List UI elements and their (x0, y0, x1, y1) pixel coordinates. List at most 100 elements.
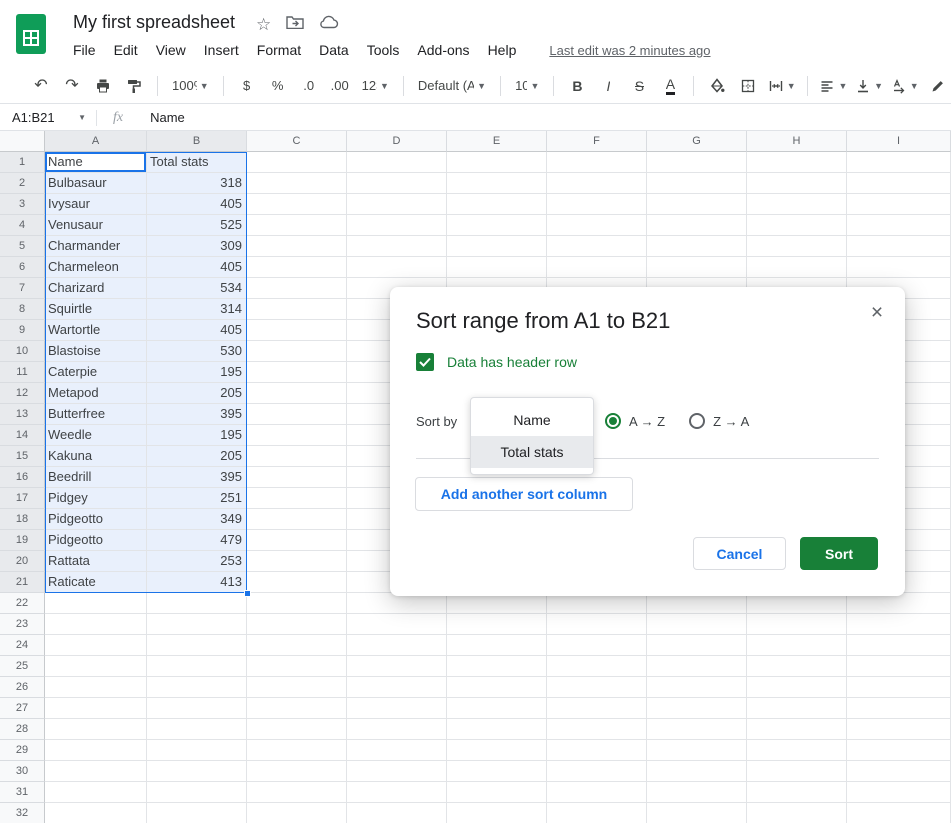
row-header-19[interactable]: 19 (0, 530, 45, 551)
borders-button[interactable] (735, 73, 761, 99)
cell-c30[interactable] (247, 761, 347, 782)
cell-c27[interactable] (247, 698, 347, 719)
cell-a8[interactable]: Squirtle (45, 299, 147, 320)
cell-g6[interactable] (647, 257, 747, 278)
cell-e5[interactable] (447, 236, 547, 257)
cell-a19[interactable]: Pidgeotto (45, 530, 147, 551)
row-header-22[interactable]: 22 (0, 593, 45, 614)
format-currency-button[interactable]: $ (234, 73, 260, 99)
cell-i31[interactable] (847, 782, 951, 803)
cell-a12[interactable]: Metapod (45, 383, 147, 404)
row-header-8[interactable]: 8 (0, 299, 45, 320)
cell-a25[interactable] (45, 656, 147, 677)
close-icon[interactable]: × (863, 299, 891, 327)
formula-input[interactable]: Name (150, 110, 951, 125)
cell-i22[interactable] (847, 593, 951, 614)
cell-f24[interactable] (547, 635, 647, 656)
cell-h1[interactable] (747, 152, 847, 173)
cell-a2[interactable]: Bulbasaur (45, 173, 147, 194)
cell-c14[interactable] (247, 425, 347, 446)
cell-d26[interactable] (347, 677, 447, 698)
cell-g4[interactable] (647, 215, 747, 236)
cell-b26[interactable] (147, 677, 247, 698)
cell-i24[interactable] (847, 635, 951, 656)
menu-item-format[interactable]: Format (248, 39, 310, 61)
font-family-select[interactable]: Default (Ari...▼ (414, 73, 490, 99)
column-header-g[interactable]: G (647, 131, 747, 152)
cell-a21[interactable]: Raticate (45, 572, 147, 593)
zoom-select[interactable]: 100%▼ (168, 73, 213, 99)
cell-b23[interactable] (147, 614, 247, 635)
cell-g32[interactable] (647, 803, 747, 823)
menu-item-edit[interactable]: Edit (105, 39, 147, 61)
cell-c7[interactable] (247, 278, 347, 299)
cell-c32[interactable] (247, 803, 347, 823)
radio-z-a-label[interactable]: Z → A (713, 414, 749, 429)
cell-b4[interactable]: 525 (147, 215, 247, 236)
cell-c23[interactable] (247, 614, 347, 635)
cell-h25[interactable] (747, 656, 847, 677)
add-sort-column-button[interactable]: Add another sort column (415, 477, 633, 511)
cell-d23[interactable] (347, 614, 447, 635)
sort-button[interactable]: Sort (800, 537, 878, 570)
cell-f1[interactable] (547, 152, 647, 173)
cell-a14[interactable]: Weedle (45, 425, 147, 446)
edit-pen-button[interactable] (925, 73, 951, 99)
cell-g23[interactable] (647, 614, 747, 635)
cell-b13[interactable]: 395 (147, 404, 247, 425)
cell-e26[interactable] (447, 677, 547, 698)
cell-d6[interactable] (347, 257, 447, 278)
row-header-32[interactable]: 32 (0, 803, 45, 823)
cell-g1[interactable] (647, 152, 747, 173)
cell-i27[interactable] (847, 698, 951, 719)
cell-h29[interactable] (747, 740, 847, 761)
cell-d28[interactable] (347, 719, 447, 740)
cell-b24[interactable] (147, 635, 247, 656)
row-header-26[interactable]: 26 (0, 677, 45, 698)
strikethrough-button[interactable]: S (626, 73, 652, 99)
name-box[interactable]: A1:B21 ▼ (0, 110, 86, 125)
cell-d3[interactable] (347, 194, 447, 215)
cell-b22[interactable] (147, 593, 247, 614)
row-header-18[interactable]: 18 (0, 509, 45, 530)
select-all-corner[interactable] (0, 131, 45, 152)
cell-a3[interactable]: Ivysaur (45, 194, 147, 215)
cell-e30[interactable] (447, 761, 547, 782)
cell-c15[interactable] (247, 446, 347, 467)
cell-b20[interactable]: 253 (147, 551, 247, 572)
row-header-2[interactable]: 2 (0, 173, 45, 194)
cell-d32[interactable] (347, 803, 447, 823)
column-header-a[interactable]: A (45, 131, 147, 152)
column-header-f[interactable]: F (547, 131, 647, 152)
cell-d4[interactable] (347, 215, 447, 236)
cell-a26[interactable] (45, 677, 147, 698)
cell-b1[interactable]: Total stats (147, 152, 247, 173)
row-header-3[interactable]: 3 (0, 194, 45, 215)
row-header-21[interactable]: 21 (0, 572, 45, 593)
row-header-23[interactable]: 23 (0, 614, 45, 635)
column-header-h[interactable]: H (747, 131, 847, 152)
last-edit-link[interactable]: Last edit was 2 minutes ago (549, 43, 710, 58)
cell-b16[interactable]: 395 (147, 467, 247, 488)
bold-button[interactable]: B (564, 73, 590, 99)
cell-i23[interactable] (847, 614, 951, 635)
cell-c28[interactable] (247, 719, 347, 740)
cell-b15[interactable]: 205 (147, 446, 247, 467)
cell-c4[interactable] (247, 215, 347, 236)
cell-a6[interactable]: Charmeleon (45, 257, 147, 278)
cell-f25[interactable] (547, 656, 647, 677)
cell-g27[interactable] (647, 698, 747, 719)
cell-g25[interactable] (647, 656, 747, 677)
cell-f2[interactable] (547, 173, 647, 194)
row-header-25[interactable]: 25 (0, 656, 45, 677)
merge-cells-button[interactable]: ▼ (766, 73, 797, 99)
column-header-e[interactable]: E (447, 131, 547, 152)
cell-b5[interactable]: 309 (147, 236, 247, 257)
cell-c13[interactable] (247, 404, 347, 425)
cell-h24[interactable] (747, 635, 847, 656)
cell-e23[interactable] (447, 614, 547, 635)
cell-c20[interactable] (247, 551, 347, 572)
cell-f29[interactable] (547, 740, 647, 761)
cell-h5[interactable] (747, 236, 847, 257)
cell-e2[interactable] (447, 173, 547, 194)
